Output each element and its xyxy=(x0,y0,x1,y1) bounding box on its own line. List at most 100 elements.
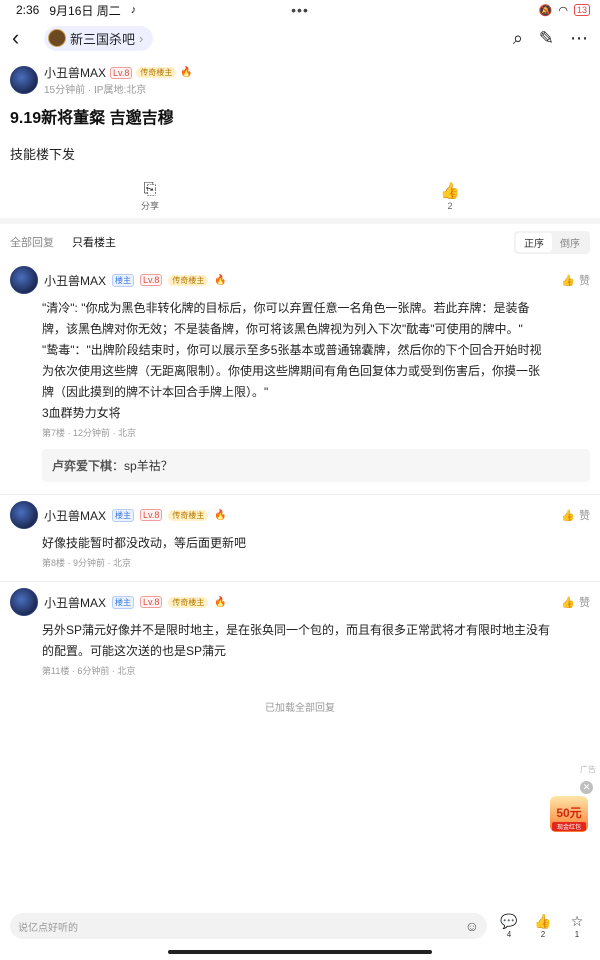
reply-meta: 第11楼 · 6分钟前 · 北京 xyxy=(42,666,136,676)
avatar[interactable] xyxy=(10,66,38,94)
owner-tag: 楼主 xyxy=(112,273,135,287)
post-meta: 15分钟前 · IP属地:北京 xyxy=(44,85,147,96)
reply-meta: 第8楼 · 9分钟前 · 北京 xyxy=(42,558,132,568)
level-badge: Lv.8 xyxy=(140,274,163,286)
thumbs-up-icon: 👍 xyxy=(561,509,575,522)
sort-desc-button[interactable]: 倒序 xyxy=(552,233,588,252)
owner-tag: 楼主 xyxy=(112,595,135,609)
reply-author-name[interactable]: 小丑兽MAX xyxy=(44,507,106,524)
like-label: 赞 xyxy=(579,510,590,522)
ad-text: 现金红包 xyxy=(552,822,586,831)
tab-all-replies[interactable]: 全部回复 xyxy=(10,234,54,250)
reply-line: "鸷毒"："出牌阶段结束时，你可以展示至多5张基本或普通锦囊牌，然后你的下个回合… xyxy=(42,343,542,357)
title-badge: 传奇楼主 xyxy=(136,67,177,78)
status-time: 2:36 xyxy=(16,3,40,17)
forum-avatar xyxy=(48,29,66,47)
tab-owner-only[interactable]: 只看楼主 xyxy=(72,234,116,250)
fire-icon: 🔥 xyxy=(214,274,227,286)
like-button[interactable]: 👍 2 xyxy=(420,181,480,212)
post-author-name[interactable]: 小丑兽MAX xyxy=(44,64,106,81)
star-icon: ☆ xyxy=(570,913,584,929)
status-date: 9月16日 周二 xyxy=(49,3,121,18)
comment-input[interactable]: 说亿点好听的 ☺ xyxy=(10,913,487,939)
red-packet-ad[interactable]: 50元 现金红包 xyxy=(550,796,588,832)
reply-filter-bar: 全部回复 只看楼主 正序 倒序 xyxy=(0,224,600,260)
avatar[interactable] xyxy=(10,501,38,529)
comment-placeholder: 说亿点好听的 xyxy=(18,922,78,934)
emoji-icon[interactable]: ☺ xyxy=(465,918,479,934)
post-header: 小丑兽MAX Lv.8 传奇楼主 🔥 15分钟前 · IP属地:北京 9.19新… xyxy=(0,56,600,212)
reply-author-name[interactable]: 小丑兽MAX xyxy=(44,594,106,611)
bottom-like-count: 2 xyxy=(540,930,546,939)
bottom-bar: 说亿点好听的 ☺ 💬 4 👍 2 ☆ 1 xyxy=(0,906,600,946)
close-icon[interactable]: ✕ xyxy=(580,781,593,794)
reply-list: 小丑兽MAX 楼主 Lv.8 传奇楼主 🔥 👍 赞 "清冷": "你成为黑色非转… xyxy=(0,260,600,689)
reply-line: "清冷": "你成为黑色非转化牌的目标后，你可以弃置任意一名角色一张牌。若此弃牌… xyxy=(42,301,530,315)
reply-like-button[interactable]: 👍 赞 xyxy=(561,507,590,523)
thumbs-up-icon: 👍 xyxy=(440,183,460,200)
reply-author-name[interactable]: 小丑兽MAX xyxy=(44,272,106,289)
reply-meta: 第7楼 · 12分钟前 · 北京 xyxy=(42,428,137,438)
level-badge: Lv.8 xyxy=(110,66,133,79)
comment-icon: 💬 xyxy=(500,913,518,929)
avatar[interactable] xyxy=(10,266,38,294)
reply-count-button[interactable]: 💬 4 xyxy=(500,913,518,939)
top-nav: ‹ 新三国杀吧 › ⌕ ✎ ⋯ xyxy=(0,20,600,56)
post-title: 9.19新将董粲 吉邈吉穆 xyxy=(10,110,174,127)
ad-label: 广告 xyxy=(580,765,596,774)
tiktok-icon: ♪ xyxy=(130,4,137,16)
sort-toggle: 正序 倒序 xyxy=(514,230,590,254)
sub-reply-author[interactable]: 卢弈爱下棋 xyxy=(52,459,112,473)
thumbs-up-icon: 👍 xyxy=(561,596,575,609)
reply-line: 的配置。可能这次送的也是SP蒲元 xyxy=(42,644,227,658)
more-dots-icon: ••• xyxy=(291,2,309,18)
reply-text: 另外SP蒲元好像并不是限时地主，是在张奂同一个包的，而且有很多正常武将才有限时地… xyxy=(10,620,590,662)
status-bar: 2:36 9月16日 周二 ♪ ••• 🔕 ◠ 13 xyxy=(0,0,600,20)
wifi-icon: ◠ xyxy=(558,4,568,17)
fire-icon: 🔥 xyxy=(214,596,227,608)
like-label: 赞 xyxy=(579,275,590,287)
back-icon[interactable]: ‹ xyxy=(12,25,34,51)
title-badge: 传奇楼主 xyxy=(168,274,209,286)
list-item: 小丑兽MAX 楼主 Lv.8 传奇楼主 🔥 👍 赞 好像技能暂时都没改动，等后面… xyxy=(0,495,600,582)
chevron-right-icon: › xyxy=(139,30,144,46)
forum-chip[interactable]: 新三国杀吧 › xyxy=(44,25,154,51)
fire-icon: 🔥 xyxy=(214,509,227,521)
favorite-button[interactable]: ☆ 1 xyxy=(569,913,585,939)
sub-reply-text: sp羊祜？ xyxy=(124,459,173,473)
post-body: 技能楼下发 xyxy=(10,147,76,162)
reply-line: 牌（因此摸到的牌不计本回合手牌上限）。" xyxy=(42,385,269,399)
home-indicator[interactable] xyxy=(168,950,432,954)
sort-asc-button[interactable]: 正序 xyxy=(516,232,552,252)
loaded-all-text: 已加载全部回复 xyxy=(265,703,335,714)
mute-icon: 🔕 xyxy=(538,4,553,17)
owner-tag: 楼主 xyxy=(112,508,135,522)
reply-like-button[interactable]: 👍 赞 xyxy=(561,594,590,610)
like-count: 2 xyxy=(447,201,453,211)
reply-line: 3血群势力女将 xyxy=(42,406,121,420)
reply-count: 4 xyxy=(506,930,512,939)
bottom-like-button[interactable]: 👍 2 xyxy=(534,913,552,939)
edit-icon[interactable]: ✎ xyxy=(539,28,554,49)
sub-reply[interactable]: 卢弈爱下棋：sp羊祜？ xyxy=(42,449,590,482)
thumbs-up-icon: 👍 xyxy=(561,274,575,287)
thumbs-up-icon: 👍 xyxy=(534,913,552,929)
reply-text: "清冷": "你成为黑色非转化牌的目标后，你可以弃置任意一名角色一张牌。若此弃牌… xyxy=(10,298,590,424)
share-label: 分享 xyxy=(140,201,159,211)
reply-line: 另外SP蒲元好像并不是限时地主，是在张奂同一个包的，而且有很多正常武将才有限时地… xyxy=(42,623,551,637)
reply-line: 为依次使用这些牌（无距离限制）。你使用这些牌期间有角色回复体力或受到伤害后，你摸… xyxy=(42,364,541,378)
title-badge: 传奇楼主 xyxy=(168,509,209,521)
reply-text: 好像技能暂时都没改动，等后面更新吧 xyxy=(10,533,590,554)
reply-like-button[interactable]: 👍 赞 xyxy=(561,272,590,288)
more-icon[interactable]: ⋯ xyxy=(570,28,588,49)
battery-indicator: 13 xyxy=(573,4,590,16)
like-label: 赞 xyxy=(579,597,590,609)
favorite-count: 1 xyxy=(574,930,580,939)
share-icon: ⎘ xyxy=(143,181,157,198)
avatar[interactable] xyxy=(10,588,38,616)
share-button[interactable]: ⎘ 分享 xyxy=(120,181,180,212)
search-icon[interactable]: ⌕ xyxy=(513,28,523,49)
reply-line: 好像技能暂时都没改动，等后面更新吧 xyxy=(42,536,247,550)
list-item: 小丑兽MAX 楼主 Lv.8 传奇楼主 🔥 👍 赞 另外SP蒲元好像并不是限时地… xyxy=(0,582,600,689)
level-badge: Lv.8 xyxy=(140,509,163,521)
